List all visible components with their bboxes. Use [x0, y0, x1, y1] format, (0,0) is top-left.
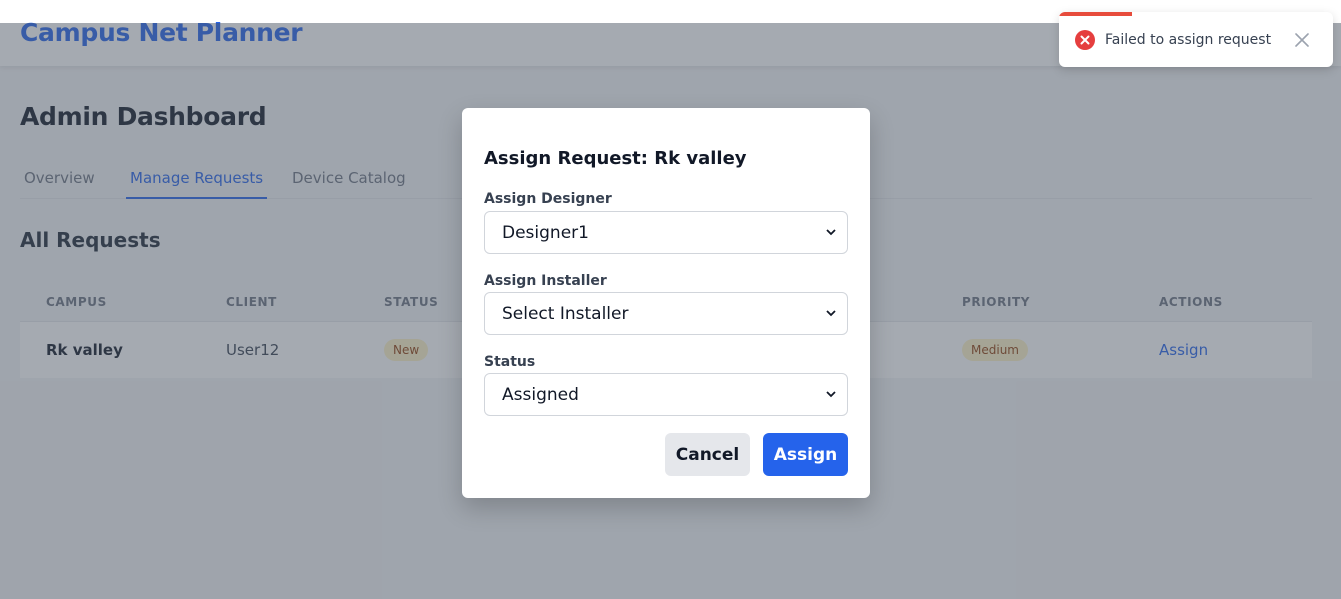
installer-label: Assign Installer — [484, 273, 607, 289]
status-label: Status — [484, 354, 536, 370]
toast-message: Failed to assign request — [1105, 32, 1272, 48]
chevron-down-icon — [826, 391, 836, 398]
chevron-down-icon — [826, 229, 836, 236]
error-toast: Failed to assign request — [1059, 12, 1333, 67]
chevron-down-icon — [826, 310, 836, 317]
modal-title: Assign Request: Rk valley — [484, 148, 747, 169]
designer-select-value: Designer1 — [502, 222, 589, 243]
designer-select[interactable]: Designer1 — [484, 211, 848, 254]
assign-request-modal: Assign Request: Rk valley Assign Designe… — [462, 108, 870, 498]
status-select[interactable]: Assigned — [484, 373, 848, 416]
status-select-value: Assigned — [502, 384, 579, 405]
installer-select[interactable]: Select Installer — [484, 292, 848, 335]
close-icon[interactable] — [1295, 33, 1309, 47]
toast-progress-bar — [1059, 12, 1132, 16]
designer-label: Assign Designer — [484, 191, 612, 207]
installer-select-value: Select Installer — [502, 303, 629, 324]
assign-button[interactable]: Assign — [763, 433, 848, 476]
error-icon — [1075, 30, 1095, 50]
cancel-button[interactable]: Cancel — [665, 433, 750, 476]
